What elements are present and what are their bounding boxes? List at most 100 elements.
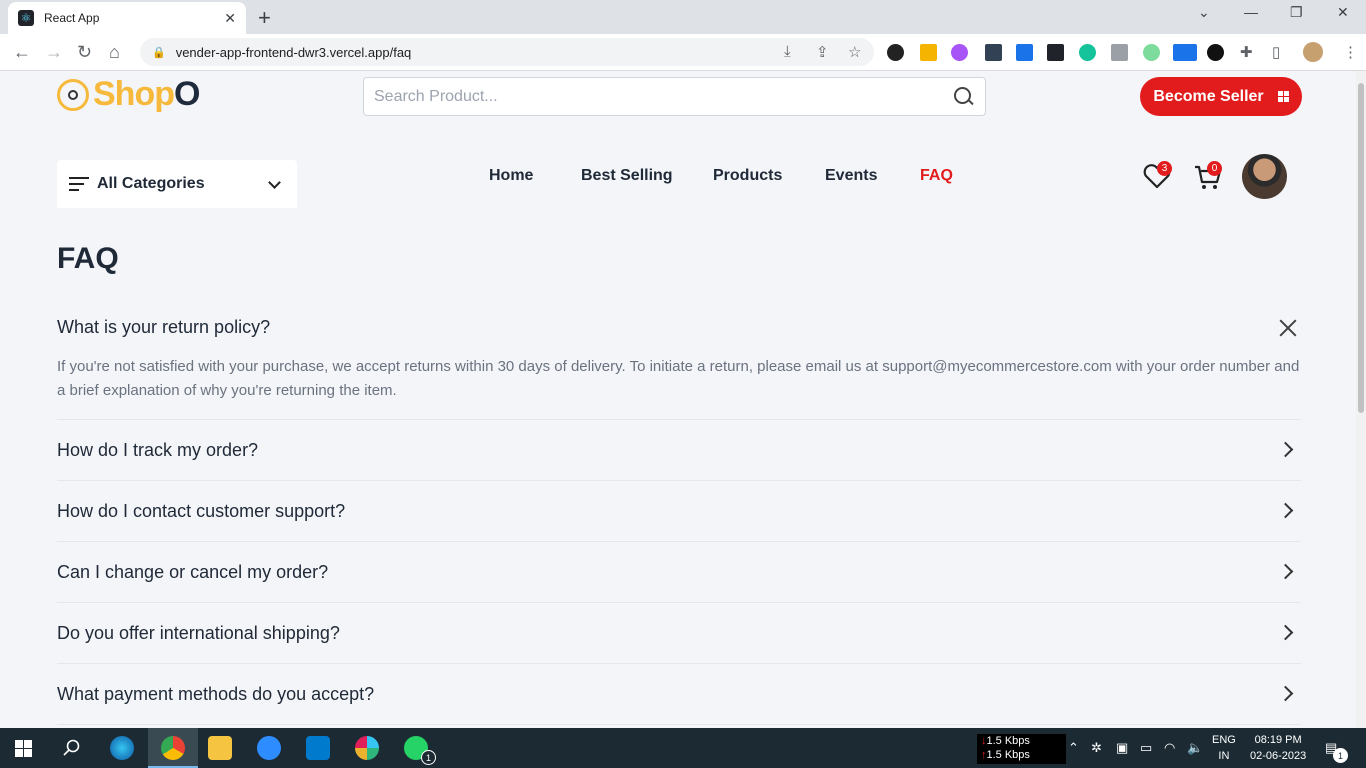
bookmark-star-icon[interactable]: ☆ (848, 43, 861, 61)
zoom-icon[interactable] (257, 736, 281, 760)
page-scrollbar[interactable] (1356, 71, 1366, 728)
wishlist-count-badge: 3 (1157, 161, 1172, 176)
forward-icon[interactable]: → (45, 42, 63, 63)
meet-now-icon[interactable]: ▣ (1116, 740, 1128, 756)
chrome-menu-icon[interactable]: ⋮ (1343, 43, 1358, 61)
chevron-right-icon (1277, 624, 1294, 641)
dashboard-icon (1277, 91, 1289, 102)
extension-icon[interactable] (887, 44, 904, 61)
extension-icon[interactable] (985, 44, 1002, 61)
home-icon[interactable]: ⌂ (109, 42, 120, 63)
cart-button[interactable]: 0 (1194, 161, 1222, 196)
logo[interactable]: ShopO (57, 75, 200, 114)
lang-code: ENG (1212, 734, 1236, 746)
nav-best-selling[interactable]: Best Selling (581, 167, 673, 185)
faq-question: Can I change or cancel my order? (57, 562, 329, 582)
notification-count-badge: 1 (1333, 748, 1348, 763)
tab-close-icon[interactable]: ✕ (224, 10, 236, 27)
side-panel-icon[interactable]: ▯ (1272, 43, 1280, 61)
scrollbar-thumb[interactable] (1358, 83, 1364, 413)
faq-item-change-cancel[interactable]: Can I change or cancel my order? (57, 542, 1301, 603)
region-code: IN (1218, 750, 1230, 762)
search-icon[interactable] (953, 86, 975, 108)
close-window-icon[interactable]: ✕ (1337, 4, 1349, 21)
tab-search-icon[interactable]: ⌄ (1198, 4, 1210, 21)
react-icon: ⚛ (18, 10, 34, 26)
url-text: vender-app-frontend-dwr3.vercel.app/faq (175, 44, 412, 60)
search-bar (363, 77, 986, 116)
clock-date: 02-06-2023 (1250, 750, 1307, 762)
network-speed-widget: ↓1.5 Kbps ↑1.5 Kbps (977, 734, 1066, 764)
reload-icon[interactable]: ↻ (77, 42, 92, 63)
chevron-right-icon (1277, 502, 1294, 519)
logo-text-o: O (173, 75, 200, 113)
logo-text-shop: Shop (93, 75, 175, 113)
chevron-right-icon (1277, 685, 1294, 702)
nav-home[interactable]: Home (489, 167, 533, 185)
all-categories-dropdown[interactable]: All Categories (57, 160, 297, 208)
edge-icon[interactable] (110, 736, 134, 760)
net-down: 1.5 Kbps (986, 735, 1030, 747)
nav-faq[interactable]: FAQ (920, 167, 953, 185)
become-seller-label: Become Seller (1153, 87, 1264, 105)
language-indicator[interactable]: ENG IN (1212, 732, 1236, 764)
address-bar[interactable]: 🔒 vender-app-frontend-dwr3.vercel.app/fa… (140, 38, 874, 66)
nav-events[interactable]: Events (825, 167, 877, 185)
close-icon[interactable] (1279, 319, 1297, 337)
wifi-icon[interactable]: ◠ (1164, 740, 1175, 756)
cart-count-badge: 0 (1207, 161, 1222, 176)
faq-item-return-policy[interactable]: What is your return policy? If you're no… (57, 311, 1301, 420)
page-content: ShopO Become Seller All Categories Home … (0, 71, 1356, 728)
search-input[interactable] (374, 87, 953, 106)
faq-item-international-shipping[interactable]: Do you offer international shipping? (57, 603, 1301, 664)
menu-icon (69, 177, 89, 191)
install-icon[interactable]: ⤓ (784, 43, 791, 60)
extension-icon[interactable] (951, 44, 968, 61)
extension-icon[interactable] (1207, 44, 1224, 61)
extension-icon[interactable] (1143, 44, 1160, 61)
share-icon[interactable]: ⇪ (816, 43, 829, 61)
grammarly-icon[interactable] (1079, 44, 1096, 61)
extensions-puzzle-icon[interactable]: ✚ (1240, 43, 1253, 61)
page-title: FAQ (57, 242, 119, 275)
volume-icon[interactable]: 🔈 (1187, 740, 1203, 756)
user-avatar[interactable] (1242, 154, 1287, 199)
search-icon[interactable] (63, 739, 81, 757)
browser-toolbar: ← → ↻ ⌂ 🔒 vender-app-frontend-dwr3.verce… (0, 34, 1366, 71)
clock[interactable]: 08:19 PM 02-06-2023 (1250, 732, 1306, 764)
download-extension-icon[interactable] (1016, 44, 1033, 61)
categories-label: All Categories (97, 175, 205, 192)
browser-tab[interactable]: ⚛ React App ✕ (8, 2, 246, 34)
faq-question: What is your return policy? (57, 317, 271, 337)
battery-icon[interactable]: ▭ (1140, 740, 1152, 756)
faq-answer: If you're not satisfied with your purcha… (57, 358, 1300, 399)
vscode-icon[interactable] (306, 736, 330, 760)
wishlist-button[interactable]: 3 (1143, 161, 1172, 194)
chevron-up-icon[interactable]: ⌃ (1068, 740, 1079, 756)
tab-title: React App (44, 11, 100, 25)
restore-icon[interactable]: ❐ (1290, 4, 1303, 21)
new-tab-icon[interactable]: + (258, 5, 271, 31)
extension-icon[interactable] (920, 44, 937, 61)
windows-start-icon[interactable] (15, 740, 32, 757)
chrome-icon[interactable] (161, 736, 185, 760)
become-seller-button[interactable]: Become Seller (1140, 77, 1302, 116)
extension-icon[interactable] (1111, 44, 1128, 61)
browser-tab-strip: ⚛ React App ✕ + ⌄ — ❐ ✕ (0, 0, 1366, 34)
slack-icon[interactable] (355, 736, 379, 760)
faq-item-contact-support[interactable]: How do I contact customer support? (57, 481, 1301, 542)
faq-item-payment-methods[interactable]: What payment methods do you accept? (57, 664, 1301, 725)
chevron-down-icon (268, 175, 281, 189)
app-tray-icon[interactable]: ✲ (1091, 740, 1102, 756)
windows-taskbar: 1 ↓1.5 Kbps ↑1.5 Kbps ⌃ ✲ ▣ ▭ ◠ 🔈 ENG IN… (0, 728, 1366, 768)
faq-question: What payment methods do you accept? (57, 684, 375, 704)
faq-item-track-order[interactable]: How do I track my order? (57, 420, 1301, 481)
back-icon[interactable]: ← (13, 42, 31, 63)
faq-question: How do I track my order? (57, 440, 259, 460)
profile-avatar[interactable] (1303, 42, 1323, 62)
minimize-icon[interactable]: — (1244, 4, 1258, 20)
copy-extension-icon[interactable] (1173, 44, 1197, 61)
file-explorer-icon[interactable] (208, 736, 232, 760)
nav-products[interactable]: Products (713, 167, 782, 185)
react-devtools-icon[interactable] (1047, 44, 1064, 61)
